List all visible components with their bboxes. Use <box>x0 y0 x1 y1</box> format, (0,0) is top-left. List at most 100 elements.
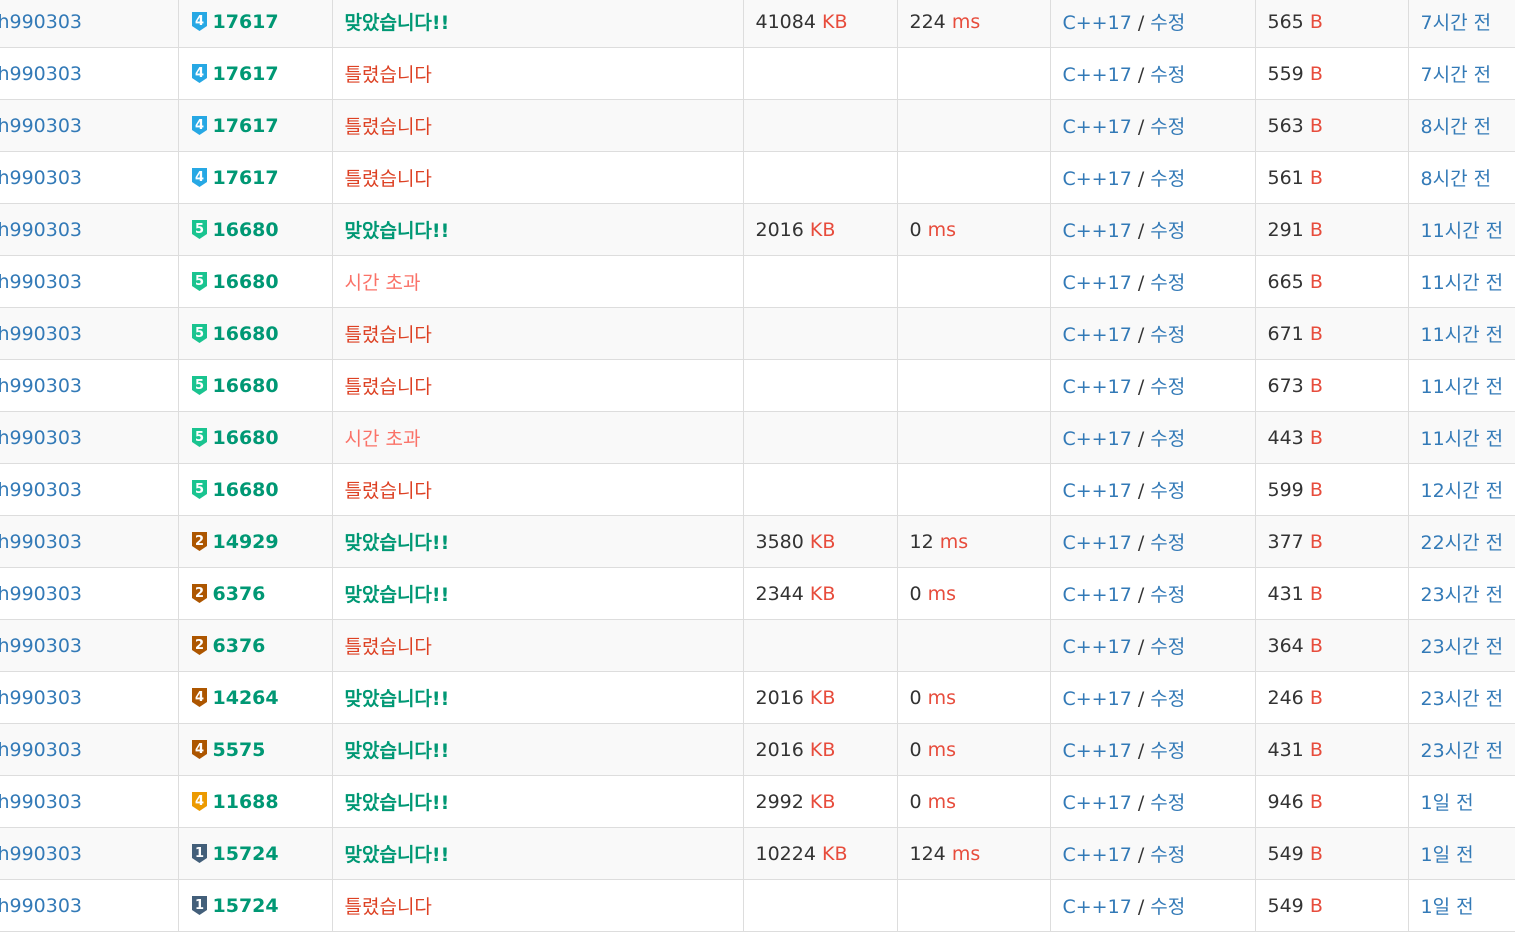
user-link[interactable]: th990303 <box>0 271 82 293</box>
user-link[interactable]: th990303 <box>0 323 82 345</box>
problem-link[interactable]: 6376 <box>213 583 266 605</box>
user-link[interactable]: th990303 <box>0 687 82 709</box>
user-link[interactable]: th990303 <box>0 895 82 917</box>
edit-link[interactable]: 수정 <box>1150 844 1185 866</box>
user-link[interactable]: th990303 <box>0 219 82 241</box>
submitted-time-link[interactable]: 23시간 전 <box>1421 584 1504 606</box>
language-link[interactable]: C++17 <box>1063 376 1132 398</box>
problem-link[interactable]: 17617 <box>213 11 279 33</box>
problem-link[interactable]: 15724 <box>213 843 279 865</box>
separator: / <box>1137 12 1145 34</box>
length-cell: 671 B <box>1254 307 1408 360</box>
edit-link[interactable]: 수정 <box>1150 428 1185 450</box>
problem-link[interactable]: 16680 <box>213 479 279 501</box>
user-link[interactable]: th990303 <box>0 843 82 865</box>
problem-link[interactable]: 16680 <box>213 271 279 293</box>
user-link[interactable]: th990303 <box>0 739 82 761</box>
submitted-time-link[interactable]: 11시간 전 <box>1421 428 1504 450</box>
submitted-time-link[interactable]: 1일 전 <box>1421 896 1474 918</box>
edit-link[interactable]: 수정 <box>1150 324 1185 346</box>
separator: / <box>1137 480 1145 502</box>
problem-link[interactable]: 14264 <box>213 687 279 709</box>
problem-link[interactable]: 16680 <box>213 219 279 241</box>
language-link[interactable]: C++17 <box>1063 272 1132 294</box>
submitted-time-link[interactable]: 8시간 전 <box>1421 116 1492 138</box>
edit-link[interactable]: 수정 <box>1150 480 1185 502</box>
language-link[interactable]: C++17 <box>1063 428 1132 450</box>
edit-link[interactable]: 수정 <box>1150 688 1185 710</box>
user-link[interactable]: th990303 <box>0 427 82 449</box>
submitted-time-link[interactable]: 7시간 전 <box>1421 12 1492 34</box>
submitted-time-link[interactable]: 12시간 전 <box>1421 480 1504 502</box>
submitted-time-link[interactable]: 7시간 전 <box>1421 64 1492 86</box>
user-link[interactable]: th990303 <box>0 63 82 85</box>
submitted-time-link[interactable]: 8시간 전 <box>1421 168 1492 190</box>
language-link[interactable]: C++17 <box>1063 532 1132 554</box>
problem-link[interactable]: 16680 <box>213 323 279 345</box>
submitted-time-link[interactable]: 1일 전 <box>1421 844 1474 866</box>
submitted-time-link[interactable]: 11시간 전 <box>1421 324 1504 346</box>
tier-badge-icon: 2 <box>191 531 207 551</box>
edit-link[interactable]: 수정 <box>1150 376 1185 398</box>
edit-link[interactable]: 수정 <box>1150 64 1185 86</box>
submitted-time-link[interactable]: 11시간 전 <box>1421 272 1504 294</box>
separator: / <box>1137 64 1145 86</box>
edit-link[interactable]: 수정 <box>1150 272 1185 294</box>
language-link[interactable]: C++17 <box>1063 116 1132 138</box>
edit-link[interactable]: 수정 <box>1150 168 1185 190</box>
length-value: 599 <box>1267 478 1304 501</box>
edit-link[interactable]: 수정 <box>1150 584 1185 606</box>
language-link[interactable]: C++17 <box>1063 64 1132 86</box>
problem-link[interactable]: 17617 <box>213 115 279 137</box>
user-link[interactable]: th990303 <box>0 115 82 137</box>
edit-link[interactable]: 수정 <box>1150 12 1185 34</box>
edit-link[interactable]: 수정 <box>1150 636 1185 658</box>
result-cell: 틀렸습니다 <box>331 359 743 412</box>
submitted-time-link[interactable]: 23시간 전 <box>1421 636 1504 658</box>
problem-link[interactable]: 16680 <box>213 375 279 397</box>
edit-link[interactable]: 수정 <box>1150 740 1185 762</box>
user-link[interactable]: th990303 <box>0 11 82 33</box>
edit-link[interactable]: 수정 <box>1150 220 1185 242</box>
user-link[interactable]: th990303 <box>0 479 82 501</box>
language-link[interactable]: C++17 <box>1063 584 1132 606</box>
language-link[interactable]: C++17 <box>1063 12 1132 34</box>
edit-link[interactable]: 수정 <box>1150 896 1185 918</box>
submitted-time-link[interactable]: 23시간 전 <box>1421 688 1504 710</box>
problem-link[interactable]: 5575 <box>213 739 266 761</box>
submitted-time-link[interactable]: 11시간 전 <box>1421 376 1504 398</box>
submitted-time-link[interactable]: 1일 전 <box>1421 792 1474 814</box>
edit-link[interactable]: 수정 <box>1150 792 1185 814</box>
submitted-time-link[interactable]: 11시간 전 <box>1421 220 1504 242</box>
language-link[interactable]: C++17 <box>1063 844 1132 866</box>
problem-link[interactable]: 6376 <box>213 635 266 657</box>
language-link[interactable]: C++17 <box>1063 220 1132 242</box>
user-link[interactable]: th990303 <box>0 791 82 813</box>
problem-link[interactable]: 17617 <box>213 63 279 85</box>
user-link[interactable]: th990303 <box>0 583 82 605</box>
user-link[interactable]: th990303 <box>0 167 82 189</box>
problem-link[interactable]: 15724 <box>213 895 279 917</box>
submitted-time-link[interactable]: 22시간 전 <box>1421 532 1504 554</box>
language-link[interactable]: C++17 <box>1063 896 1132 918</box>
edit-link[interactable]: 수정 <box>1150 116 1185 138</box>
edit-link[interactable]: 수정 <box>1150 532 1185 554</box>
user-link[interactable]: th990303 <box>0 531 82 553</box>
problem-link[interactable]: 11688 <box>213 791 279 813</box>
language-link[interactable]: C++17 <box>1063 324 1132 346</box>
problem-link[interactable]: 17617 <box>213 167 279 189</box>
svg-text:5: 5 <box>194 378 203 393</box>
problem-link[interactable]: 14929 <box>213 531 279 553</box>
language-link[interactable]: C++17 <box>1063 792 1132 814</box>
language-link[interactable]: C++17 <box>1063 636 1132 658</box>
language-link[interactable]: C++17 <box>1063 740 1132 762</box>
time-cell <box>896 619 1050 672</box>
language-link[interactable]: C++17 <box>1063 688 1132 710</box>
problem-cell: 4 17617 <box>177 151 332 204</box>
language-link[interactable]: C++17 <box>1063 480 1132 502</box>
problem-link[interactable]: 16680 <box>213 427 279 449</box>
submitted-time-link[interactable]: 23시간 전 <box>1421 740 1504 762</box>
language-link[interactable]: C++17 <box>1063 168 1132 190</box>
user-link[interactable]: th990303 <box>0 635 82 657</box>
user-link[interactable]: th990303 <box>0 375 82 397</box>
